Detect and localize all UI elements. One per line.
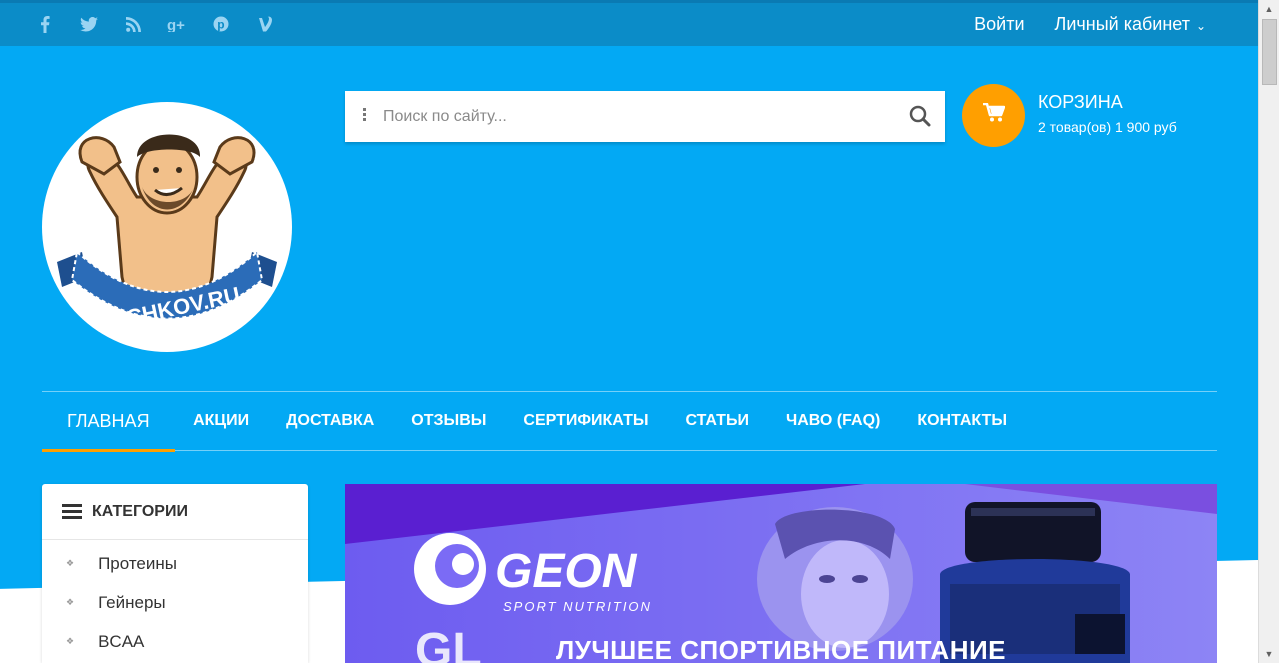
- categories-header[interactable]: КАТЕГОРИИ: [42, 484, 308, 540]
- facebook-icon[interactable]: [34, 13, 56, 35]
- login-link[interactable]: Войти: [974, 14, 1024, 35]
- categories-title: КАТЕГОРИИ: [92, 502, 188, 520]
- cart-button[interactable]: [962, 84, 1025, 147]
- nav-item-contacts[interactable]: КОНТАКТЫ: [899, 392, 1026, 450]
- menu-icon: [62, 501, 82, 522]
- scroll-up-icon[interactable]: ▲: [1259, 0, 1279, 18]
- account-links: Войти Личный кабинет ⌄: [974, 14, 1206, 35]
- bullet-icon: ❖: [66, 597, 75, 607]
- vine-icon[interactable]: [254, 13, 276, 35]
- scroll-down-icon[interactable]: ▼: [1259, 645, 1279, 663]
- scroll-thumb[interactable]: [1262, 19, 1277, 85]
- site-logo[interactable]: KACHKOV.RU: [42, 102, 292, 352]
- search-menu-dots-icon[interactable]: [363, 108, 367, 123]
- nav-item-promotions[interactable]: АКЦИИ: [175, 392, 268, 450]
- categories-panel: КАТЕГОРИИ ❖ Протеины ❖ Гейнеры ❖ BCAA: [42, 484, 308, 663]
- category-item[interactable]: ❖ Гейнеры: [42, 583, 308, 622]
- google-plus-icon[interactable]: g+: [166, 13, 188, 35]
- social-links: g+ p: [34, 13, 276, 35]
- search-input[interactable]: [383, 91, 893, 142]
- account-menu-label: Личный кабинет: [1054, 14, 1190, 34]
- category-item[interactable]: ❖ BCAA: [42, 622, 308, 661]
- promo-banner[interactable]: GEON SPORT NUTRITION GL ЛУЧШЕЕ СПОРТИВНО…: [345, 484, 1217, 663]
- page-scrollbar[interactable]: ▲ ▼: [1258, 0, 1279, 663]
- main-nav: ГЛАВНАЯ АКЦИИ ДОСТАВКА ОТЗЫВЫ СЕРТИФИКАТ…: [42, 391, 1217, 452]
- nav-item-delivery[interactable]: ДОСТАВКА: [268, 392, 393, 450]
- nav-item-certificates[interactable]: СЕРТИФИКАТЫ: [505, 392, 667, 450]
- svg-text:g+: g+: [167, 17, 185, 32]
- nav-item-home[interactable]: ГЛАВНАЯ: [42, 392, 175, 452]
- bullet-icon: ❖: [66, 636, 75, 646]
- nav-item-reviews[interactable]: ОТЗЫВЫ: [393, 392, 505, 450]
- search-icon[interactable]: [909, 105, 931, 132]
- category-label: Гейнеры: [98, 592, 166, 612]
- banner-caption: ЛУЧШЕЕ СПОРТИВНОЕ ПИТАНИЕ: [555, 635, 1007, 663]
- category-label: BCAA: [98, 631, 145, 651]
- pinterest-icon[interactable]: p: [210, 13, 232, 35]
- banner-brand: GEON: [495, 545, 638, 598]
- nav-item-articles[interactable]: СТАТЬИ: [667, 392, 767, 450]
- svg-text:p: p: [217, 18, 224, 32]
- chevron-down-icon: ⌄: [1195, 19, 1206, 33]
- search-box: [345, 91, 945, 142]
- bullet-icon: ❖: [66, 558, 75, 568]
- rss-icon[interactable]: [122, 13, 144, 35]
- category-label: Протеины: [98, 553, 177, 573]
- shopping-cart-icon: [982, 102, 1005, 128]
- banner-brand-sub: SPORT NUTRITION: [503, 599, 652, 614]
- category-item[interactable]: ❖ Протеины: [42, 544, 308, 583]
- twitter-icon[interactable]: [78, 13, 100, 35]
- nav-item-faq[interactable]: ЧАВО (FAQ): [767, 392, 898, 450]
- top-bar: g+ p Войти Личный кабинет ⌄: [0, 0, 1258, 46]
- account-menu[interactable]: Личный кабинет ⌄: [1055, 14, 1206, 35]
- cart-summary[interactable]: 2 товар(ов) 1 900 руб: [1038, 119, 1177, 135]
- cart-title[interactable]: КОРЗИНА: [1038, 92, 1123, 113]
